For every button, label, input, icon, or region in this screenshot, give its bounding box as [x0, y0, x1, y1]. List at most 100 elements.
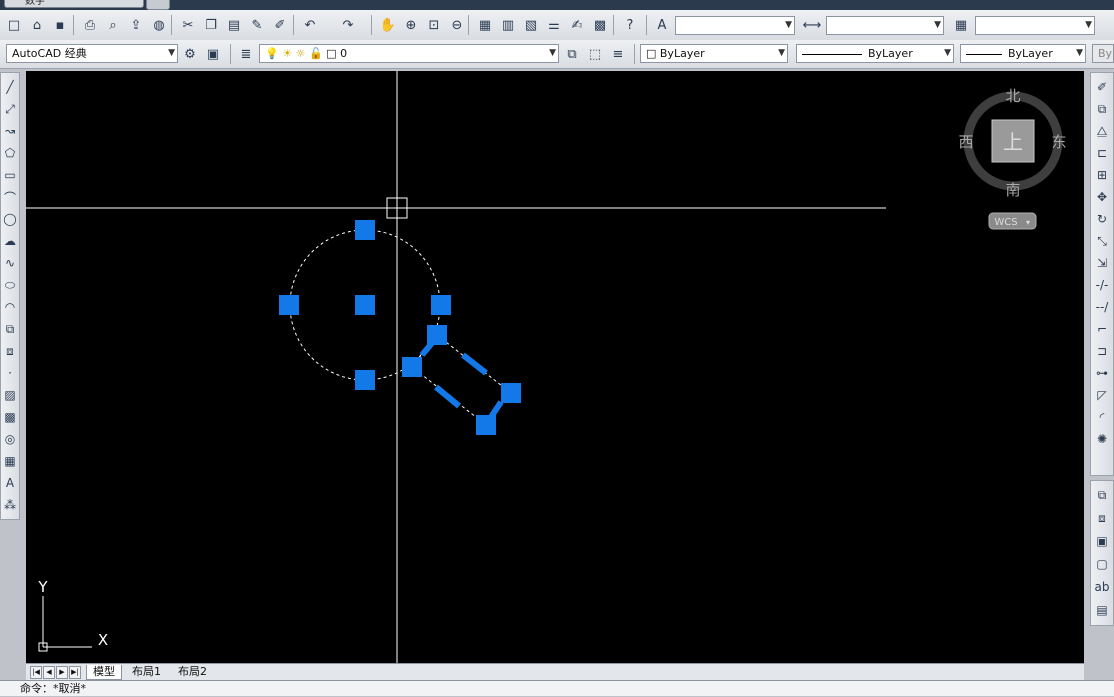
break-at-point-icon[interactable]: ⌐	[1091, 319, 1113, 339]
markup-icon[interactable]: ✍	[567, 15, 587, 35]
scale-icon[interactable]: ⤡	[1091, 231, 1113, 251]
design-center-icon[interactable]: ▥	[498, 15, 518, 35]
undo-icon[interactable]: ↶	[300, 15, 320, 35]
rectangle-icon[interactable]: ▭	[1, 165, 19, 185]
move-icon[interactable]: ✥	[1091, 187, 1113, 207]
redo-icon[interactable]: ↷	[338, 15, 358, 35]
tab-prev-icon[interactable]: ◀	[43, 666, 55, 679]
send-to-back-icon[interactable]: ⧈	[1091, 508, 1113, 528]
dim-style-select[interactable]: ▼	[826, 16, 944, 35]
block-editor-icon[interactable]: ✐	[270, 15, 290, 35]
ellipse-icon[interactable]: ⬭	[1, 275, 19, 295]
ellipse-arc-icon[interactable]: ◠	[1, 297, 19, 317]
arc-icon[interactable]: ⌒	[1, 187, 19, 207]
tool-palettes-icon[interactable]: ▧	[521, 15, 541, 35]
tab-model[interactable]: 模型	[86, 665, 122, 680]
trim-icon[interactable]: -/-	[1091, 275, 1113, 295]
send-under-icon[interactable]: ▢	[1091, 554, 1113, 574]
add-selected-icon[interactable]: ⁂	[1, 495, 19, 515]
lineweight-select[interactable]: ByLayer ▼	[960, 44, 1086, 63]
3d-dwf-icon[interactable]: ◍	[149, 15, 169, 35]
zoom-previous-icon[interactable]: ⊖	[447, 15, 467, 35]
insert-block-icon[interactable]: ⧉	[1, 319, 19, 339]
publish-icon[interactable]: ⇪	[126, 15, 146, 35]
text-above-icon[interactable]: ab	[1091, 577, 1113, 597]
match-properties-icon[interactable]: ✎	[247, 15, 267, 35]
workspace-select[interactable]: AutoCAD 经典 ▼	[6, 44, 178, 63]
circle-icon[interactable]: ◯	[1, 209, 19, 229]
table-icon[interactable]: ▦	[1, 451, 19, 471]
paste-icon[interactable]: ▤	[224, 15, 244, 35]
zoom-realtime-icon[interactable]: ⊕	[401, 15, 421, 35]
sheet-set-icon[interactable]: ⚌	[544, 15, 564, 35]
properties-icon[interactable]: ▦	[475, 15, 495, 35]
command-line[interactable]: 命令：*取消*	[0, 680, 1114, 696]
layer-properties-icon[interactable]: ≣	[236, 44, 256, 64]
text-style-select[interactable]: ▼	[675, 16, 795, 35]
zoom-window-icon[interactable]: ⊡	[424, 15, 444, 35]
make-block-icon[interactable]: ⧈	[1, 341, 19, 361]
fillet-icon[interactable]: ◜	[1091, 407, 1113, 427]
open-file-icon[interactable]: ⌂	[27, 15, 47, 35]
table-style-icon[interactable]: ▦	[951, 15, 971, 35]
chamfer-icon[interactable]: ◸	[1091, 385, 1113, 405]
workspace-save-icon[interactable]: ▣	[203, 44, 223, 64]
tab-layout2[interactable]: 布局2	[172, 665, 213, 679]
stretch-icon[interactable]: ⇲	[1091, 253, 1113, 273]
layer-previous-icon[interactable]: ⬚	[585, 44, 605, 64]
layer-select[interactable]: 💡 ☀ ☼ 🔓 □ 0 ▼	[259, 44, 559, 63]
array-icon[interactable]: ⊞	[1091, 165, 1113, 185]
pan-icon[interactable]: ✋	[378, 15, 398, 35]
erase-icon[interactable]: ✐	[1091, 77, 1113, 97]
break-icon[interactable]: ⊐	[1091, 341, 1113, 361]
offset-icon[interactable]: ⊏	[1091, 143, 1113, 163]
polyline-icon[interactable]: ↝	[1, 121, 19, 141]
revision-cloud-icon[interactable]: ☁	[1, 231, 19, 251]
help-icon[interactable]: ?	[620, 15, 640, 35]
cut-icon[interactable]: ✂	[178, 15, 198, 35]
polyline-vertex-grips[interactable]	[402, 325, 521, 435]
circle-grips[interactable]	[279, 220, 451, 390]
polygon-icon[interactable]: ⬠	[1, 143, 19, 163]
plotstyle-select[interactable]: Byl	[1092, 44, 1114, 63]
color-select[interactable]: □ ByLayer ▼	[640, 44, 788, 63]
gradient-icon[interactable]: ▩	[1, 407, 19, 427]
viewcube[interactable]: 上 北 南 西 东 WCS ▾	[958, 87, 1067, 230]
tab-first-icon[interactable]: |◀	[30, 666, 42, 679]
print-preview-icon[interactable]: ⌕	[103, 15, 123, 35]
multiline-text-icon[interactable]: A	[1, 473, 19, 493]
new-document-tab[interactable]	[146, 0, 170, 10]
make-current-layer-icon[interactable]: ⧉	[562, 44, 582, 64]
save-icon[interactable]: ▪	[50, 15, 70, 35]
join-icon[interactable]: ⊶	[1091, 363, 1113, 383]
print-icon[interactable]: ⎙	[80, 15, 100, 35]
hatch-back-icon[interactable]: ▤	[1091, 600, 1113, 620]
linetype-select[interactable]: ByLayer ▼	[796, 44, 954, 63]
tab-next-icon[interactable]: ▶	[56, 666, 68, 679]
copy-object-icon[interactable]: ⧉	[1091, 99, 1113, 119]
region-icon[interactable]: ◎	[1, 429, 19, 449]
tab-layout1[interactable]: 布局1	[126, 665, 167, 679]
extend-icon[interactable]: --/	[1091, 297, 1113, 317]
text-style-icon[interactable]: A	[652, 15, 672, 35]
point-icon[interactable]: ·	[1, 363, 19, 383]
rotate-icon[interactable]: ↻	[1091, 209, 1113, 229]
explode-icon[interactable]: ✺	[1091, 429, 1113, 449]
construction-line-icon[interactable]: ⤢	[1, 99, 19, 119]
bring-to-front-icon[interactable]: ⧉	[1091, 485, 1113, 505]
dim-style-icon[interactable]: ⟷	[802, 15, 822, 35]
document-tab[interactable]: 数字	[4, 0, 144, 8]
bring-above-icon[interactable]: ▣	[1091, 531, 1113, 551]
tab-last-icon[interactable]: ▶|	[69, 666, 81, 679]
copy-icon[interactable]: ❐	[201, 15, 221, 35]
table-style-select[interactable]: ▼	[975, 16, 1095, 35]
layer-match-icon[interactable]: ≡	[608, 44, 628, 64]
quickcalc-icon[interactable]: ▩	[590, 15, 610, 35]
line-icon[interactable]: ╱	[1, 77, 19, 97]
spline-icon[interactable]: ∿	[1, 253, 19, 273]
drawing-canvas[interactable]: Y X 上 北 南 西 东 WCS ▾	[26, 71, 1084, 663]
new-file-icon[interactable]: □	[4, 15, 24, 35]
hatch-icon[interactable]: ▨	[1, 385, 19, 405]
mirror-icon[interactable]: ⧋	[1091, 121, 1113, 141]
workspace-settings-icon[interactable]: ⚙	[180, 44, 200, 64]
